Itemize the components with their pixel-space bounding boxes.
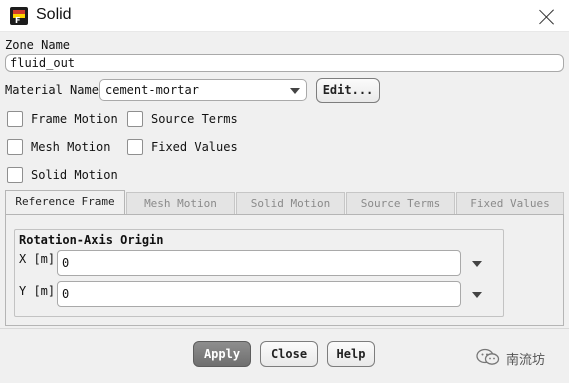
tab-mesh-motion[interactable]: Mesh Motion <box>126 192 235 215</box>
tab-fixed-values[interactable]: Fixed Values <box>456 192 564 215</box>
group-title: Rotation-Axis Origin <box>19 233 164 247</box>
tab-bar: Reference Frame Mesh Motion Solid Motion… <box>5 190 564 215</box>
title-bar: F Solid <box>0 0 569 32</box>
checkbox-box[interactable] <box>7 111 23 127</box>
window-title: Solid <box>36 6 72 23</box>
edit-material-button[interactable]: Edit... <box>316 78 380 103</box>
tab-reference-frame[interactable]: Reference Frame <box>5 190 125 215</box>
zone-name-label: Zone Name <box>5 38 71 52</box>
watermark: 南流坊 <box>476 346 566 370</box>
help-button[interactable]: Help <box>327 341 375 367</box>
x-units-dropdown[interactable] <box>469 256 485 272</box>
apply-button[interactable]: Apply <box>193 341 251 367</box>
fluent-app-icon: F <box>10 7 28 25</box>
checkbox-label: Frame Motion <box>31 112 118 126</box>
x-origin-input[interactable] <box>57 250 461 276</box>
checkbox-box[interactable] <box>7 167 23 183</box>
y-units-dropdown[interactable] <box>469 287 485 303</box>
checkbox-box[interactable] <box>7 139 23 155</box>
chevron-down-icon <box>472 261 482 267</box>
checkbox-frame-motion[interactable]: Frame Motion <box>7 109 118 129</box>
material-select[interactable]: cement-mortar <box>99 79 307 101</box>
checkbox-label: Fixed Values <box>151 140 238 154</box>
watermark-text: 南流坊 <box>506 353 546 368</box>
material-value: cement-mortar <box>105 83 199 97</box>
checkbox-mesh-motion[interactable]: Mesh Motion <box>7 137 117 157</box>
chevron-down-icon <box>290 88 300 94</box>
zone-name-input[interactable] <box>5 54 564 72</box>
close-icon[interactable] <box>538 8 556 26</box>
checkbox-source-terms[interactable]: Source Terms <box>127 109 247 129</box>
y-label: Y [m] <box>19 284 56 298</box>
checkbox-label: Source Terms <box>151 112 238 126</box>
chevron-down-icon <box>472 292 482 298</box>
close-button[interactable]: Close <box>260 341 318 367</box>
x-label: X [m] <box>19 252 56 266</box>
rotation-axis-origin-group: Rotation-Axis Origin X [m] Y [m] <box>14 229 504 317</box>
footer-divider <box>0 328 569 329</box>
checkbox-box[interactable] <box>127 139 143 155</box>
checkbox-label: Solid Motion <box>31 168 118 182</box>
tab-source-terms[interactable]: Source Terms <box>346 192 455 215</box>
y-origin-input[interactable] <box>57 281 461 307</box>
material-name-label: Material Name <box>5 83 99 97</box>
tab-solid-motion[interactable]: Solid Motion <box>236 192 345 215</box>
checkbox-label: Mesh Motion <box>31 140 111 154</box>
checkbox-fixed-values[interactable]: Fixed Values <box>127 137 247 157</box>
checkbox-solid-motion[interactable]: Solid Motion <box>7 165 118 185</box>
reference-frame-panel: Rotation-Axis Origin X [m] Y [m] <box>5 214 564 326</box>
checkbox-box[interactable] <box>127 111 143 127</box>
wechat-icon <box>476 348 500 365</box>
